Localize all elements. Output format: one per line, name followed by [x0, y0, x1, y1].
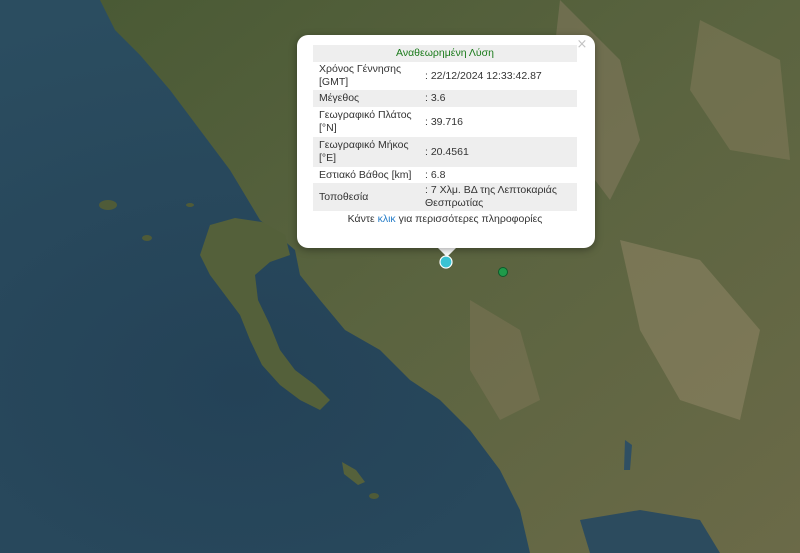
islet: [186, 203, 194, 207]
row-label: Γεωγραφικό Πλάτος [°N]: [319, 109, 412, 134]
info-row-depth: Εστιακό Βάθος [km] : 6.8: [313, 167, 577, 183]
popup-tip: [437, 247, 457, 257]
row-value: : 39.716: [425, 115, 463, 128]
popup-footer: Κάντε κλικ για περισσότερες πληροφορίες: [313, 212, 577, 226]
row-value: : 20.4561: [419, 137, 577, 167]
info-row-location: Τοποθεσία : 7 Χλμ. ΒΔ της Λεπτοκαριάς Θε…: [313, 183, 577, 211]
row-label: Εστιακό Βάθος [km]: [319, 168, 412, 181]
footer-text-pre: Κάντε: [347, 213, 378, 225]
row-value: : 22/12/2024 12:33:42.87: [425, 69, 542, 82]
more-info-link[interactable]: κλικ: [378, 213, 396, 225]
islet: [99, 200, 117, 210]
info-row-magnitude: Μέγεθος : 3.6: [313, 90, 577, 107]
row-label: Γεωγραφικό Μήκος [°E]: [313, 137, 419, 167]
popup-title: Αναθεωρημένη Λύση: [313, 45, 577, 62]
info-row-longitude: Γεωγραφικό Μήκος [°E] : 20.4561: [313, 137, 577, 167]
info-row-latitude: Γεωγραφικό Πλάτος [°N] : 39.716: [313, 107, 577, 137]
row-value: : 6.8: [425, 168, 446, 181]
earthquake-marker-selected[interactable]: [439, 255, 453, 269]
row-label: Μέγεθος: [313, 90, 419, 107]
row-value: : 3.6: [419, 90, 577, 107]
info-table: Χρόνος Γέννησης [GMT] : 22/12/2024 12:33…: [313, 62, 577, 211]
info-row-time: Χρόνος Γέννησης [GMT] : 22/12/2024 12:33…: [313, 62, 577, 90]
row-label: Τοποθεσία: [313, 183, 419, 211]
footer-text-post: για περισσότερες πληροφορίες: [395, 213, 543, 225]
row-value: : 7 Χλμ. ΒΔ της Λεπτοκαριάς Θεσπρωτίας: [419, 183, 577, 211]
row-label: Χρόνος Γέννησης [GMT]: [319, 63, 402, 88]
close-icon[interactable]: ×: [575, 38, 589, 52]
earthquake-popup: × Αναθεωρημένη Λύση Χρόνος Γέννησης [GMT…: [297, 35, 595, 248]
islet: [142, 235, 152, 241]
earthquake-marker[interactable]: [498, 267, 508, 277]
islet: [369, 493, 379, 499]
